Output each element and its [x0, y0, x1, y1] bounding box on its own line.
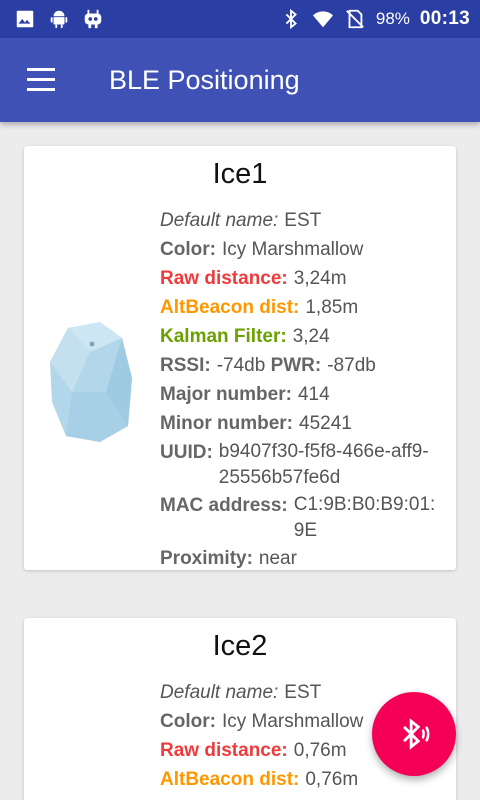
image-icon — [16, 10, 34, 28]
rssi-pwr-row: RSSI: -74db PWR: -87db — [160, 355, 376, 376]
app-bar: BLE Positioning — [0, 38, 480, 122]
bluetooth-icon — [285, 8, 297, 30]
android-icon — [50, 10, 68, 29]
wifi-icon — [312, 11, 333, 28]
raw-distance-row: Raw distance: 3,24m — [160, 268, 347, 289]
beacon-name: Ice2 — [212, 630, 268, 662]
battery-percentage: 98% — [375, 9, 410, 28]
beacon-details: Default name: EST Color: Icy Marshmallow R… — [160, 206, 454, 570]
beacon-name: Ice1 — [212, 158, 268, 190]
bluetooth-searching-icon — [403, 718, 430, 750]
kalman-filter-row: Kalman Filter: 3,24 — [160, 326, 330, 347]
mac-address-row: MAC address: C1:9B:B0:B9:01:9E — [160, 494, 436, 541]
altbeacon-distance-row: AltBeacon dist: 1,85m — [160, 297, 359, 318]
major-number-row: Major number: 414 — [160, 384, 330, 405]
proximity-row: Proximity: near — [160, 548, 297, 569]
beacon-card[interactable]: Ice1 Default name: EST Color: Icy Marshmal… — [24, 146, 456, 570]
bluetooth-scan-button[interactable] — [372, 692, 456, 776]
clock: 00:13 — [419, 8, 470, 29]
uuid-row: UUID: b9407f30-f5f8-466e-aff9-25556b57fe6… — [160, 441, 429, 488]
default-name-row: Default name: EST — [160, 210, 322, 231]
page-title: BLE Positioning — [109, 65, 300, 95]
hamburger-menu-icon[interactable] — [20, 62, 56, 98]
no-sim-icon — [345, 9, 364, 29]
beacon-image — [50, 322, 132, 442]
minor-number-row: Minor number: 45241 — [160, 413, 352, 434]
color-row: Color: Icy Marshmallow — [160, 239, 364, 260]
status-bar: 98% 00:13 — [0, 0, 480, 38]
cyanogen-icon — [84, 9, 102, 29]
